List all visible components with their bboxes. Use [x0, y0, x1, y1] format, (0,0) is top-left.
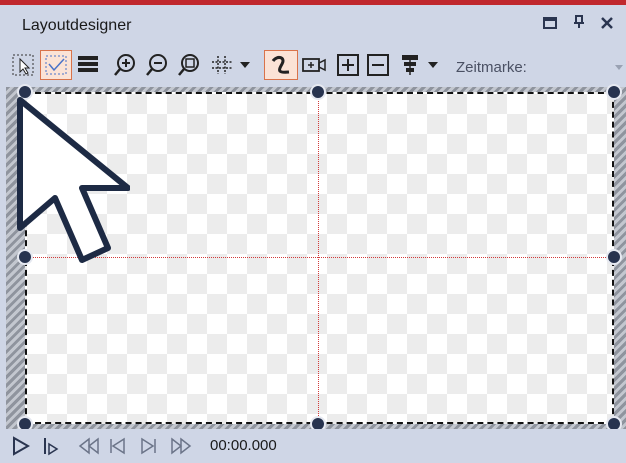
zeitmarke-label: Zeitmarke:	[456, 59, 527, 76]
lines-icon[interactable]	[74, 51, 102, 79]
curve-icon[interactable]	[264, 50, 298, 80]
mouse-cursor-icon	[17, 97, 130, 263]
zoom-in-icon[interactable]	[110, 51, 140, 79]
zeitmarke-dropdown-icon[interactable]	[614, 63, 624, 71]
grid-icon[interactable]	[208, 51, 258, 79]
remove-icon[interactable]	[365, 51, 391, 79]
time-display: 00:00.000	[210, 437, 277, 454]
pin-icon[interactable]	[569, 15, 589, 35]
layout-toolbar: Zeitmarke:	[0, 45, 626, 87]
previous-icon[interactable]	[106, 435, 128, 457]
play-icon[interactable]	[10, 435, 32, 457]
playback-bar: 00:00.000	[0, 429, 626, 463]
frame-icon[interactable]	[40, 50, 72, 80]
zoom-out-icon[interactable]	[142, 51, 172, 79]
handle-top-right[interactable]	[606, 84, 622, 100]
fast-rewind-icon[interactable]	[76, 435, 102, 457]
fast-forward-icon[interactable]	[168, 435, 194, 457]
add-icon[interactable]	[335, 51, 361, 79]
zoom-fit-icon[interactable]	[174, 51, 204, 79]
panel-titlebar: Layoutdesigner	[0, 5, 626, 45]
play-from-position-icon[interactable]	[40, 435, 62, 457]
maximize-icon[interactable]	[540, 15, 560, 35]
next-icon[interactable]	[138, 435, 160, 457]
align-icon[interactable]	[398, 51, 448, 79]
handle-top-center[interactable]	[310, 84, 326, 100]
select-icon[interactable]	[9, 51, 37, 79]
camera-icon[interactable]	[299, 51, 329, 79]
close-icon[interactable]	[597, 15, 617, 35]
handle-middle-right[interactable]	[606, 249, 622, 265]
panel-title: Layoutdesigner	[22, 17, 132, 34]
vertical-center-guide	[318, 92, 319, 424]
